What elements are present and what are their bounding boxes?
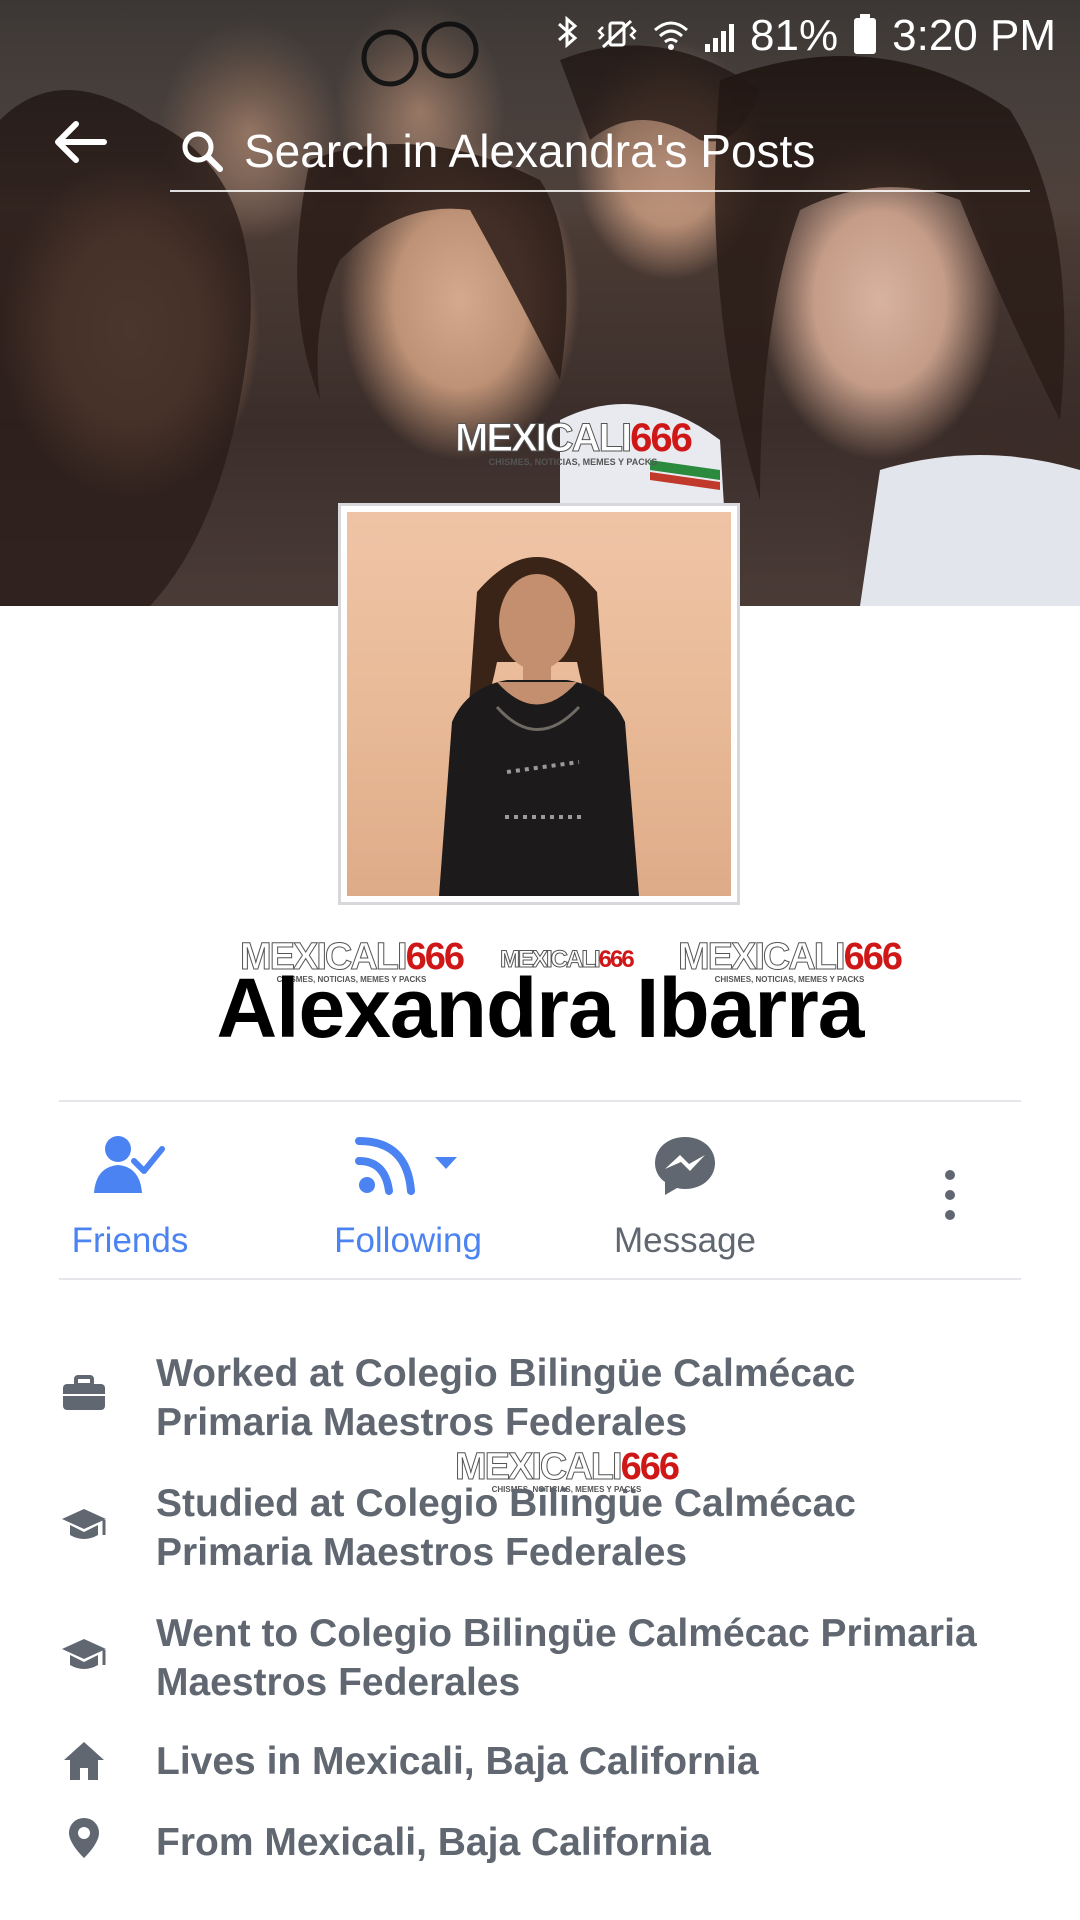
search-input[interactable]: Search in Alexandra's Posts [170,112,1030,192]
graduation-cap-icon [58,1629,110,1681]
about-went-to-text: Went to Colegio Bilingüe Calmécac Primar… [156,1612,977,1704]
battery-percent: 81% [750,11,839,60]
about-studied[interactable]: Studied at Colegio Bilingüe Calmécac Pri… [0,1479,1080,1579]
about-went-to[interactable]: Went to Colegio Bilingüe Calmécac Primar… [0,1609,1080,1709]
back-arrow-icon [55,121,107,163]
friends-button[interactable]: Friends [50,1125,210,1265]
rss-follow-icon [318,1125,498,1205]
messenger-icon [600,1125,770,1205]
home-icon [58,1735,110,1787]
back-button[interactable] [50,112,110,172]
wifi-icon [653,18,689,55]
watermark-text: MEXICALI [454,416,632,460]
about-studied-text: Studied at Colegio Bilingüe Calmécac Pri… [156,1482,856,1574]
clock-time: 3:20 PM [892,11,1056,60]
signal-icon [705,20,735,52]
search-placeholder: Search in Alexandra's Posts [244,125,816,177]
profile-picture-image [347,512,731,896]
more-vertical-icon [910,1125,990,1265]
friends-label: Friends [71,1221,189,1260]
more-options-button[interactable] [910,1125,990,1265]
watermark-logo: MEXICALI666 CHISMES, NOTICIAS, MEMES Y P… [454,416,693,467]
about-work[interactable]: Worked at Colegio Bilingüe Calmécac Prim… [0,1349,1080,1449]
profile-picture[interactable] [338,503,740,905]
profile-name: Alexandra Ibarra [216,961,865,1055]
divider-top [59,1100,1021,1102]
about-from-text: From Mexicali, Baja California [156,1821,711,1864]
bluetooth-icon [555,14,581,59]
message-button[interactable]: Message [600,1125,770,1265]
friends-check-icon [50,1125,210,1205]
search-icon [180,129,224,173]
following-label: Following [334,1221,482,1260]
following-button[interactable]: Following [318,1125,498,1265]
about-lives-in[interactable]: Lives in Mexicali, Baja California [0,1737,1080,1797]
location-pin-icon [58,1812,110,1864]
message-label: Message [613,1221,757,1260]
vibrate-mute-icon [597,17,637,56]
about-work-text: Worked at Colegio Bilingüe Calmécac Prim… [156,1352,856,1444]
status-bar: 81% 3:20 PM [555,8,1056,64]
briefcase-icon [58,1367,110,1419]
divider-bottom [59,1278,1021,1280]
battery-icon [854,14,877,54]
about-lives-in-text: Lives in Mexicali, Baja California [156,1740,759,1783]
watermark-subtitle: CHISMES, NOTICIAS, MEMES Y PACKS [488,457,658,467]
graduation-cap-icon [58,1499,110,1551]
about-from[interactable]: From Mexicali, Baja California [0,1818,1080,1878]
watermark-number: 666 [630,416,693,460]
